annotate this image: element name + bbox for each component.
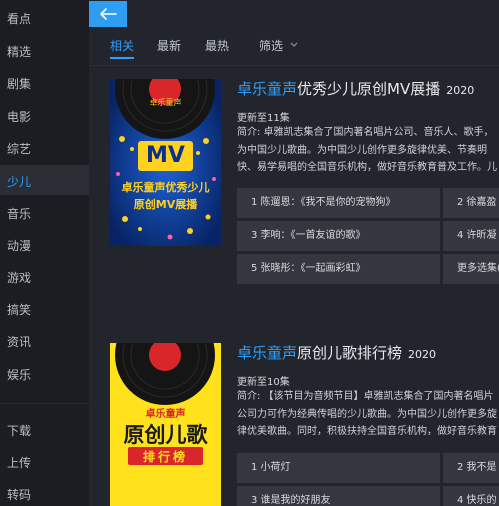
tab-hottest[interactable]: 最热 xyxy=(205,37,229,54)
card-title-brand: 卓乐童声 xyxy=(237,80,298,98)
cover-original-chart[interactable]: 卓乐童声 原创儿歌 排行榜 xyxy=(110,343,221,506)
episode-item[interactable]: 3 谁是我的好朋友 xyxy=(237,486,440,506)
more-episodes-button[interactable]: 更多选集( xyxy=(443,254,499,284)
episode-item[interactable]: 3 李响：《一首友谊的歌》 xyxy=(237,221,440,251)
arrow-left-icon xyxy=(100,8,117,20)
sidebar-item-kandian[interactable]: 看点 xyxy=(7,10,31,27)
cover-tag-text: 排行榜 xyxy=(142,450,188,464)
header-divider xyxy=(89,65,499,66)
episode-item[interactable]: 2 徐嘉盈 xyxy=(443,188,499,218)
sidebar-item-youxi[interactable]: 游戏 xyxy=(7,269,31,286)
chevron-down-icon xyxy=(290,42,298,47)
sidebar-item-upload[interactable]: 上传 xyxy=(7,454,31,471)
episode-item[interactable]: 4 许昕凝 xyxy=(443,221,499,251)
card-title[interactable]: 卓乐童声优秀少儿原创MV展播 2020 xyxy=(237,78,474,99)
cover-line1: 卓乐童声优秀少儿 xyxy=(121,181,210,194)
tab-active-indicator xyxy=(110,57,134,59)
card-update-status: 更新至10集 xyxy=(237,377,290,388)
sidebar-divider xyxy=(0,403,89,404)
sidebar-item-download[interactable]: 下载 xyxy=(7,422,31,439)
sidebar-item-zongyi[interactable]: 综艺 xyxy=(7,140,31,157)
card-year: 2020 xyxy=(446,84,475,97)
sidebar-item-zixun[interactable]: 资讯 xyxy=(7,333,31,350)
card-title[interactable]: 卓乐童声原创儿歌排行榜 2020 xyxy=(237,342,436,363)
tab-latest[interactable]: 最新 xyxy=(157,37,181,54)
card-intro: 简介: 卓雅凯志集合了国内著名唱片公司、音乐人、歌手，为中国少儿歌曲。为中国少儿… xyxy=(237,127,497,173)
sidebar-item-transcode[interactable]: 转码 xyxy=(7,486,31,503)
card-update-status: 更新至11集 xyxy=(237,113,290,124)
sidebar-item-jingxuan[interactable]: 精选 xyxy=(7,43,31,60)
sidebar-item-dianying[interactable]: 电影 xyxy=(7,108,31,125)
episode-item[interactable]: 1 陈遛恩：《我不是你的宠物狗》 xyxy=(237,188,440,218)
sidebar: 看点 精选 剧集 电影 综艺 少儿 音乐 动漫 游戏 搞笑 资讯 娱乐 下载 上… xyxy=(0,0,89,506)
tab-filter-label: 筛选 xyxy=(259,39,284,53)
sidebar-item-shaoer[interactable]: 少儿 xyxy=(7,173,31,190)
cover-big-text: MV xyxy=(138,141,193,171)
cover-line2: 原创MV展播 xyxy=(133,198,198,211)
sidebar-item-yule[interactable]: 娱乐 xyxy=(7,366,31,383)
episode-item[interactable]: 2 我不是 xyxy=(443,453,499,483)
card-title-brand: 卓乐童声 xyxy=(237,344,298,362)
card-year: 2020 xyxy=(408,348,437,361)
cover-big-text: 原创儿歌 xyxy=(123,423,208,447)
sidebar-item-dongman[interactable]: 动漫 xyxy=(7,237,31,254)
cover-brand-text: 卓乐童声 xyxy=(149,98,182,107)
tab-filter[interactable]: 筛选 xyxy=(259,37,298,54)
episode-item[interactable]: 5 张晓彤：《一起画彩虹》 xyxy=(237,254,440,284)
sidebar-item-yinyue[interactable]: 音乐 xyxy=(7,205,31,222)
card-title-text: 优秀少儿原创MV展播 xyxy=(297,80,441,98)
sidebar-item-juji[interactable]: 剧集 xyxy=(7,75,31,92)
cover-mv-showcase[interactable]: 卓乐童声 MV 卓乐童声优秀少儿 原创MV展播 xyxy=(110,79,221,246)
tab-related[interactable]: 相关 xyxy=(110,37,134,54)
card-title-text: 原创儿歌排行榜 xyxy=(297,344,403,362)
episode-item[interactable]: 1 小荷灯 xyxy=(237,453,440,483)
episode-item[interactable]: 4 快乐的 xyxy=(443,486,499,506)
card-intro: 简介: 【该节目为音频节目】卓雅凯志集合了国内著名唱片公司力可作为经典传唱的少儿… xyxy=(237,391,497,437)
sidebar-item-gaoxiao[interactable]: 搞笑 xyxy=(7,301,31,318)
cover-brand-text: 卓乐童声 xyxy=(145,409,186,420)
back-button[interactable] xyxy=(89,1,127,27)
